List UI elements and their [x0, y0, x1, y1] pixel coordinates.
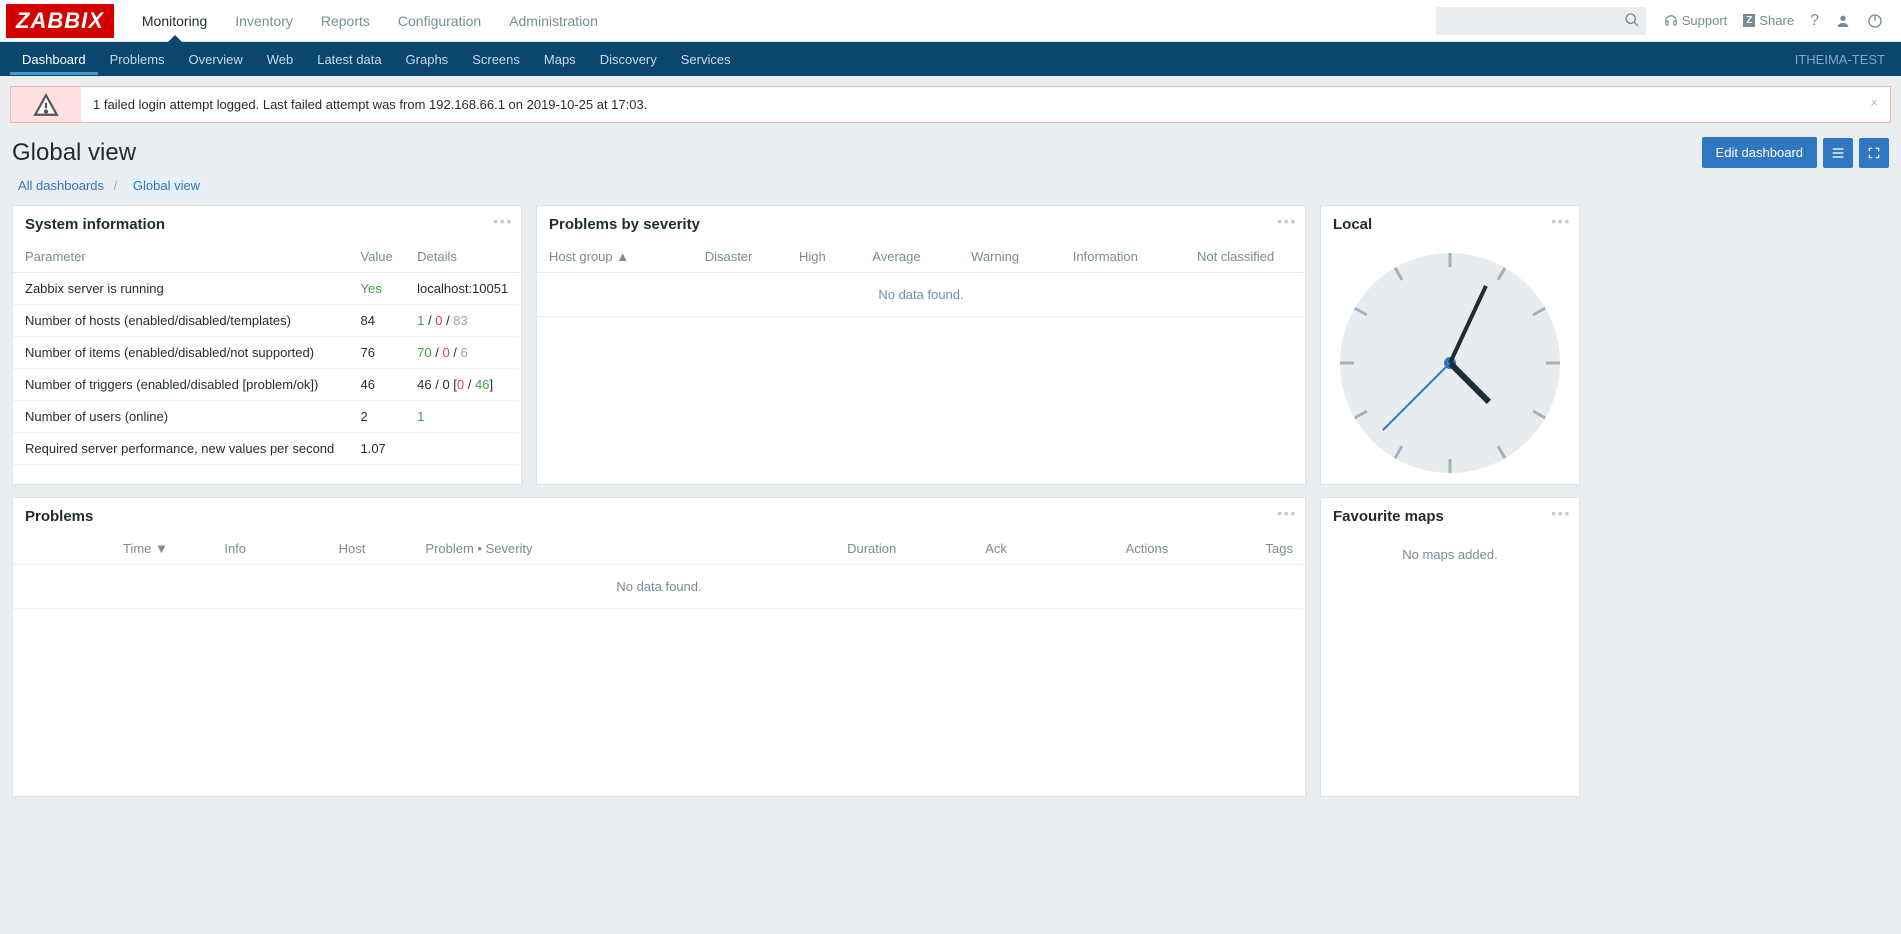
support-link[interactable]: Support [1656, 7, 1736, 34]
topnav-item-configuration[interactable]: Configuration [384, 1, 495, 41]
widget-title: Problems by severity [537, 206, 1305, 241]
column-header[interactable]: Average [847, 241, 946, 273]
column-header: Details [405, 241, 521, 273]
subnav-item-graphs[interactable]: Graphs [394, 44, 461, 75]
table-row: Number of triggers (enabled/disabled [pr… [13, 369, 521, 401]
subnav-item-web[interactable]: Web [255, 44, 306, 75]
table-row: Required server performance, new values … [13, 433, 521, 465]
brand-logo[interactable]: ZABBIX [6, 4, 114, 38]
user-icon[interactable] [1827, 7, 1859, 35]
breadcrumb-current[interactable]: Global view [127, 176, 206, 195]
fullscreen-button[interactable] [1859, 138, 1889, 168]
widget-menu-icon[interactable]: ••• [1551, 506, 1571, 521]
widget-system-information: ••• System information ParameterValueDet… [12, 205, 522, 485]
clock-hour-hand [1448, 360, 1491, 403]
no-data: No data found. [537, 273, 1305, 317]
column-header[interactable]: Host group ▲ [537, 241, 679, 273]
search-icon[interactable] [1624, 12, 1640, 28]
column-header: Parameter [13, 241, 348, 273]
help-icon[interactable]: ? [1802, 6, 1827, 36]
topnav-item-monitoring[interactable]: Monitoring [128, 1, 221, 41]
widget-title: Local [1321, 206, 1579, 241]
breadcrumb-all-dashboards[interactable]: All dashboards [18, 178, 104, 193]
dashboard-list-button[interactable] [1823, 138, 1853, 168]
page-title: Global view [12, 139, 136, 167]
table-row: Zabbix server is runningYeslocalhost:100… [13, 273, 521, 305]
column-header[interactable]: Information [1044, 241, 1166, 273]
widget-menu-icon[interactable]: ••• [493, 214, 513, 229]
subnav-item-problems[interactable]: Problems [98, 44, 177, 75]
widget-menu-icon[interactable]: ••• [1551, 214, 1571, 229]
clock-face [1340, 253, 1560, 473]
alert-icon [11, 87, 81, 122]
no-data: No data found. [13, 565, 1305, 609]
server-name: ITHEIMA-TEST [1795, 52, 1891, 67]
alert-close-icon[interactable]: × [1858, 87, 1890, 122]
column-header[interactable]: High [778, 241, 847, 273]
subnav-item-screens[interactable]: Screens [460, 44, 532, 75]
widget-title: Favourite maps [1321, 498, 1579, 533]
column-header[interactable]: Disaster [679, 241, 777, 273]
subnav-item-discovery[interactable]: Discovery [588, 44, 669, 75]
search-input[interactable] [1436, 7, 1646, 35]
column-header[interactable]: Time ▼ [13, 533, 180, 565]
column-header[interactable]: Host [291, 533, 414, 565]
severity-table: Host group ▲DisasterHighAverageWarningIn… [537, 241, 1305, 317]
subnav-item-latest-data[interactable]: Latest data [305, 44, 393, 75]
global-search [1436, 7, 1646, 35]
top-nav: ZABBIX MonitoringInventoryReportsConfigu… [0, 0, 1901, 42]
widget-menu-icon[interactable]: ••• [1277, 214, 1297, 229]
column-header[interactable]: Ack [908, 533, 1019, 565]
page-header: Global view Edit dashboard [0, 133, 1901, 176]
logout-icon[interactable] [1859, 7, 1891, 35]
column-header: Value [348, 241, 405, 273]
column-header[interactable]: Not classified [1166, 241, 1305, 273]
alert-banner: 1 failed login attempt logged. Last fail… [10, 86, 1891, 123]
subnav-item-dashboard[interactable]: Dashboard [10, 44, 98, 75]
table-row: Number of items (enabled/disabled/not su… [13, 337, 521, 369]
edit-dashboard-button[interactable]: Edit dashboard [1702, 137, 1817, 168]
z-icon: Z [1743, 14, 1755, 27]
column-header[interactable]: Duration [731, 533, 908, 565]
subnav-item-maps[interactable]: Maps [532, 44, 588, 75]
widget-problems: ••• Problems Time ▼InfoHostProblem • Sev… [12, 497, 1306, 797]
alert-text: 1 failed login attempt logged. Last fail… [81, 87, 1858, 122]
widget-favourite-maps: ••• Favourite maps No maps added. [1320, 497, 1580, 797]
widget-problems-by-severity: ••• Problems by severity Host group ▲Dis… [536, 205, 1306, 485]
topnav-items: MonitoringInventoryReportsConfigurationA… [128, 1, 612, 41]
problems-table: Time ▼InfoHostProblem • SeverityDuration… [13, 533, 1305, 609]
widget-title: System information [13, 206, 521, 241]
sysinfo-table: ParameterValueDetails Zabbix server is r… [13, 241, 521, 465]
column-header[interactable]: Warning [946, 241, 1044, 273]
clock-min-hand [1448, 285, 1488, 364]
sub-nav: DashboardProblemsOverviewWebLatest dataG… [0, 42, 1901, 76]
column-header[interactable]: Problem • Severity [413, 533, 731, 565]
subnav-item-services[interactable]: Services [669, 44, 743, 75]
topnav-item-reports[interactable]: Reports [307, 1, 384, 41]
widget-title: Problems [13, 498, 1305, 533]
column-header[interactable]: Tags [1180, 533, 1305, 565]
column-header[interactable]: Info [180, 533, 291, 565]
clock-sec-hand [1382, 362, 1451, 431]
widget-menu-icon[interactable]: ••• [1277, 506, 1297, 521]
column-header[interactable]: Actions [1019, 533, 1180, 565]
share-link[interactable]: Z Share [1735, 7, 1802, 34]
subnav-item-overview[interactable]: Overview [177, 44, 255, 75]
topnav-item-inventory[interactable]: Inventory [221, 1, 307, 41]
table-row: Number of users (online)21 [13, 401, 521, 433]
topnav-item-administration[interactable]: Administration [495, 1, 612, 41]
widget-local-clock: ••• Local [1320, 205, 1580, 485]
table-row: Number of hosts (enabled/disabled/templa… [13, 305, 521, 337]
breadcrumb: All dashboards / Global view [0, 176, 1901, 205]
no-data: No maps added. [1321, 533, 1579, 576]
